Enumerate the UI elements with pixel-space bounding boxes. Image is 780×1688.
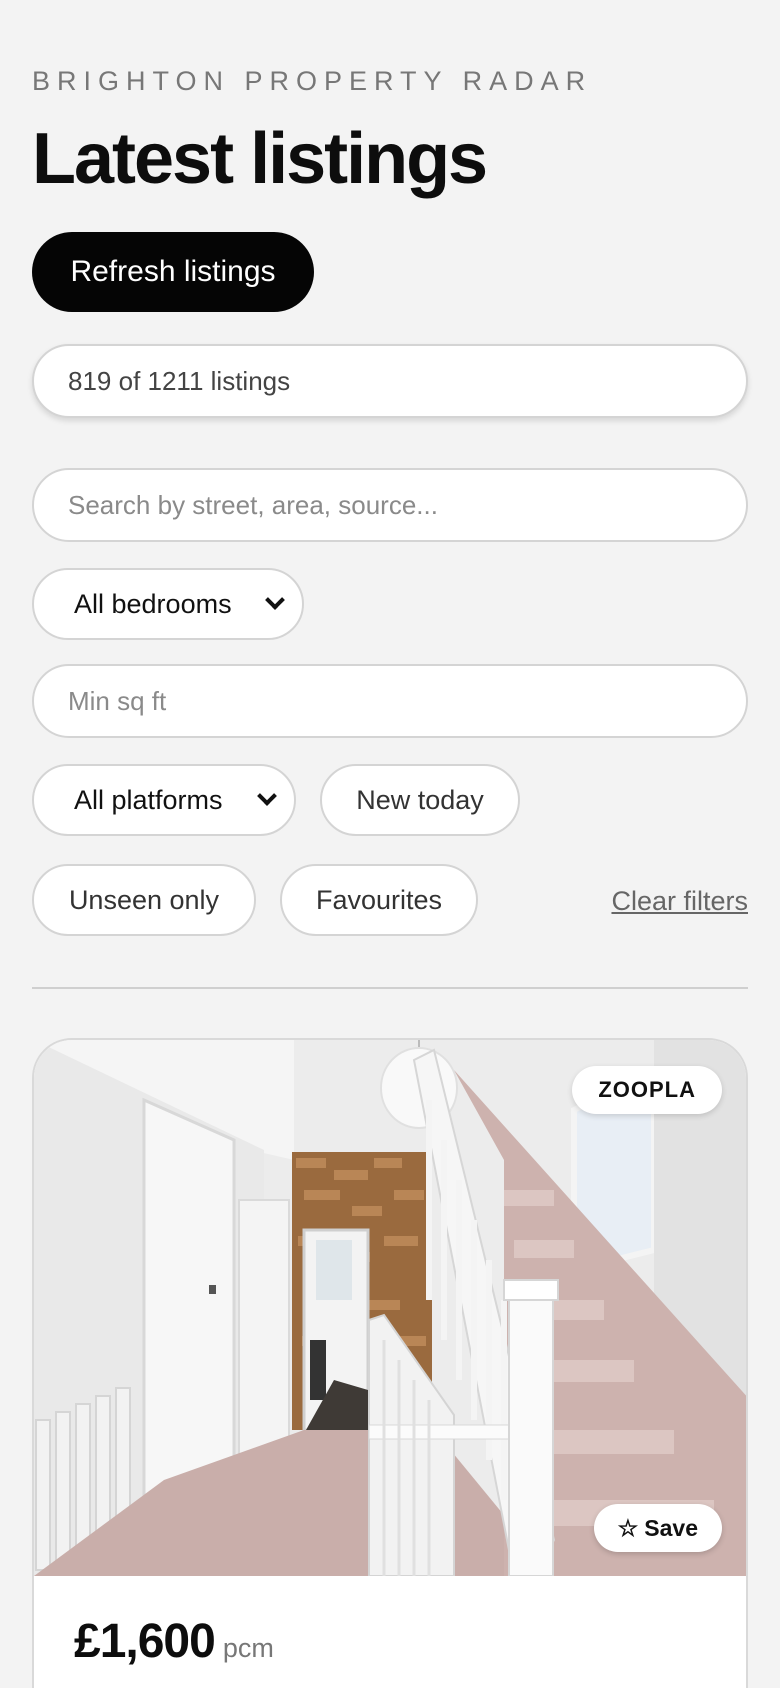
favourites-toggle[interactable]: Favourites bbox=[280, 864, 478, 936]
listing-price: £1,600 bbox=[74, 1615, 216, 1668]
platform-select-value: All platforms bbox=[74, 784, 223, 815]
listing-photo[interactable] bbox=[34, 1040, 748, 1576]
chevron-down-icon bbox=[257, 786, 277, 806]
bedrooms-select[interactable]: All bedrooms bbox=[32, 568, 304, 640]
listing-count-text: 819 of 1211 listings bbox=[68, 365, 291, 396]
clear-filters-link[interactable]: Clear filters bbox=[611, 886, 748, 917]
star-outline-icon: ☆ bbox=[617, 1514, 639, 1541]
app-eyebrow: BRIGHTON PROPERTY RADAR bbox=[32, 66, 593, 96]
platform-select[interactable]: All platforms bbox=[32, 764, 296, 836]
min-sqft-field[interactable] bbox=[32, 664, 748, 738]
new-today-toggle[interactable]: New today bbox=[320, 764, 520, 836]
bedrooms-select-value: All bedrooms bbox=[74, 588, 232, 619]
search-field[interactable] bbox=[32, 468, 748, 542]
min-sqft-input[interactable] bbox=[68, 685, 746, 717]
listing-count-badge: 819 of 1211 listings bbox=[32, 344, 748, 418]
chevron-down-icon bbox=[265, 590, 285, 610]
refresh-listings-button[interactable]: Refresh listings bbox=[32, 232, 314, 312]
listing-card[interactable]: ZOOPLA ☆ Save £1,600 pcm bbox=[32, 1038, 748, 1688]
section-divider bbox=[32, 987, 748, 989]
source-badge: ZOOPLA bbox=[572, 1066, 722, 1114]
search-input[interactable] bbox=[68, 489, 746, 521]
price-row: £1,600 pcm bbox=[74, 1614, 274, 1669]
unseen-only-toggle[interactable]: Unseen only bbox=[32, 864, 256, 936]
price-unit: pcm bbox=[222, 1633, 274, 1663]
save-listing-button[interactable]: ☆ Save bbox=[593, 1504, 722, 1552]
save-label: Save bbox=[644, 1514, 698, 1541]
page-title: Latest listings bbox=[32, 119, 488, 199]
listings-page: BRIGHTON PROPERTY RADAR Latest listings … bbox=[0, 0, 780, 1688]
